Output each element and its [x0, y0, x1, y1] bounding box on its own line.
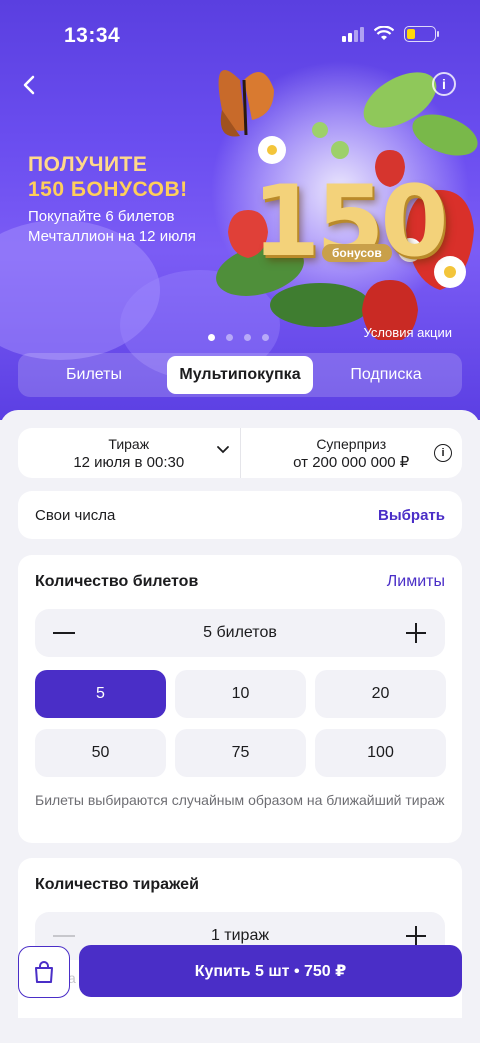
promo-subtitle: Покупайте 6 билетов Мечталлион на 12 июл…: [28, 208, 196, 245]
carousel-dot[interactable]: [208, 334, 215, 341]
superprize-value: от 200 000 000 ₽: [293, 453, 410, 471]
decrement-button[interactable]: [49, 618, 79, 648]
promo-title: ПОЛУЧИТЕ 150 БОНУСОВ!: [28, 152, 228, 202]
superprize-info: Суперприз от 200 000 000 ₽ i: [241, 428, 463, 478]
cart-button[interactable]: [18, 946, 70, 998]
promo-conditions-link[interactable]: Условия акции: [363, 325, 452, 340]
ticket-quantity-card: Количество билетов Лимиты 5 билетов 5 10…: [18, 555, 462, 843]
quantity-option[interactable]: 75: [175, 729, 306, 777]
ticket-quantity-options: 5 10 20 50 75 100: [35, 670, 446, 777]
tab-subscription[interactable]: Подписка: [313, 356, 459, 394]
info-icon[interactable]: i: [432, 72, 456, 96]
own-numbers-label: Свои числа: [35, 506, 116, 524]
home-indicator-area: [0, 1018, 480, 1043]
own-numbers-card: Свои числа Выбрать: [18, 491, 462, 539]
quantity-option[interactable]: 5: [35, 670, 166, 718]
chevron-down-icon: [216, 446, 229, 454]
draw-quantity-title: Количество тиражей: [35, 876, 199, 893]
status-bar: 13:34: [0, 0, 480, 70]
limits-link[interactable]: Лимиты: [387, 573, 445, 591]
ticket-quantity-value: 5 билетов: [203, 624, 277, 641]
plus-icon: [405, 623, 426, 643]
quantity-option[interactable]: 50: [35, 729, 166, 777]
promo-title-line2: 150 БОНУСОВ!: [28, 178, 188, 201]
carousel-dot[interactable]: [262, 334, 269, 341]
random-selection-note: Билеты выбираются случайным образом на б…: [35, 792, 445, 808]
draw-info-card: Тираж 12 июля в 00:30 Суперприз от 200 0…: [18, 428, 462, 478]
purchase-mode-tabs: Билеты Мультипокупка Подписка: [18, 353, 462, 397]
clock: 13:34: [64, 24, 121, 47]
quantity-option[interactable]: 20: [315, 670, 446, 718]
carousel-dots[interactable]: [208, 334, 269, 341]
superprize-label: Суперприз: [316, 435, 387, 452]
tab-multipurchase[interactable]: Мультипокупка: [167, 356, 313, 394]
quantity-option[interactable]: 10: [175, 670, 306, 718]
draw-label: Тираж: [108, 435, 150, 452]
carousel-dot[interactable]: [226, 334, 233, 341]
ticket-quantity-stepper: 5 билетов: [35, 609, 445, 657]
info-icon[interactable]: i: [434, 444, 452, 462]
quantity-option[interactable]: 100: [315, 729, 446, 777]
buy-button[interactable]: Купить 5 шт • 750 ₽: [79, 945, 462, 997]
shopping-bag-icon: [35, 961, 53, 983]
promo-title-line1: ПОЛУЧИТЕ: [28, 153, 148, 176]
draw-selector[interactable]: Тираж 12 июля в 00:30: [18, 428, 241, 478]
draw-quantity-value: 1 тираж: [210, 927, 270, 944]
minus-icon: [53, 632, 75, 634]
chevron-left-icon: [23, 75, 35, 95]
carousel-dot[interactable]: [244, 334, 251, 341]
increment-button[interactable]: [401, 618, 431, 648]
promo-banner[interactable]: 13:34 i ПОЛУЧИТЕ 150 БОНУСОВ! Покупайте …: [0, 0, 480, 420]
battery-icon: [404, 26, 439, 42]
plus-icon: [405, 926, 426, 946]
draw-value: 12 июля в 00:30: [73, 453, 185, 471]
back-button[interactable]: [14, 70, 44, 100]
wifi-icon: [374, 26, 394, 40]
minus-icon: [53, 935, 75, 937]
ticket-quantity-title: Количество билетов: [35, 573, 199, 590]
signal-icon: [342, 26, 364, 42]
bonus-label: бонусов: [322, 244, 392, 262]
tab-tickets[interactable]: Билеты: [21, 356, 167, 394]
choose-numbers-link[interactable]: Выбрать: [378, 507, 445, 524]
